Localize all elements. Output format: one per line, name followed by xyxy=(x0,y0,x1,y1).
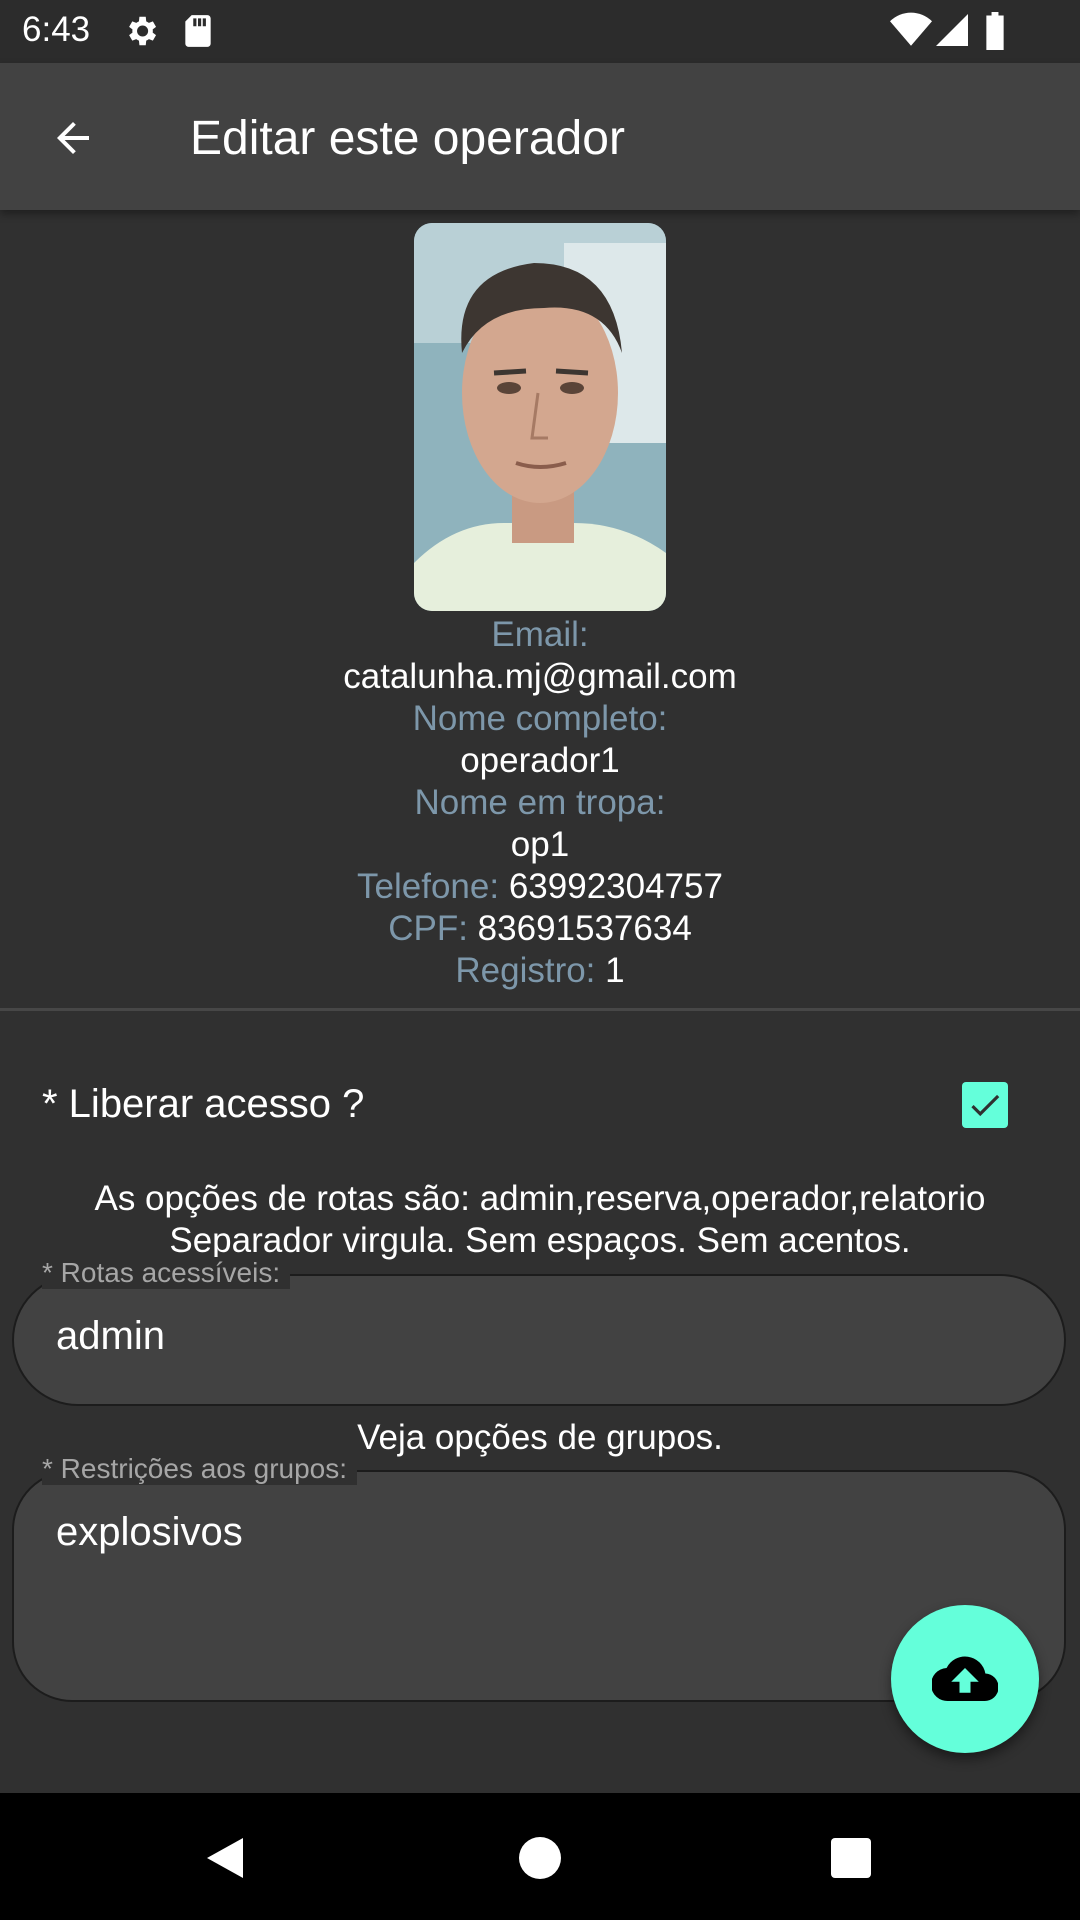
app-bar: Editar este operador xyxy=(0,63,1080,210)
cpf-value: 83691537634 xyxy=(477,909,692,948)
routes-input-label: * Rotas acessíveis: xyxy=(42,1257,291,1289)
check-icon xyxy=(971,1094,1000,1117)
email-value: catalunha.mj@gmail.com xyxy=(343,657,737,696)
access-checkbox[interactable] xyxy=(962,1082,1008,1128)
settings-icon xyxy=(122,12,160,55)
phone-label: Telefone: xyxy=(357,867,500,906)
routes-help-line1: As opções de rotas são: admin,reserva,op… xyxy=(94,1179,986,1218)
arrow-back-icon xyxy=(57,122,89,154)
signal-icon xyxy=(936,12,968,53)
nav-back-button[interactable] xyxy=(180,1813,270,1903)
access-label: * Liberar acesso ? xyxy=(42,1082,365,1126)
wifi-icon xyxy=(890,12,932,53)
full-name-label: Nome completo: xyxy=(412,699,668,738)
battery-icon xyxy=(984,12,1006,55)
recents-square-icon xyxy=(831,1838,871,1878)
upload-fab[interactable] xyxy=(891,1605,1039,1753)
routes-input-value: admin xyxy=(56,1314,165,1358)
registro-label: Registro: xyxy=(455,951,596,990)
cloud-upload-icon xyxy=(932,1656,998,1702)
email-label: Email: xyxy=(491,615,589,654)
nav-home-button[interactable] xyxy=(495,1813,585,1903)
cpf-label: CPF: xyxy=(388,909,468,948)
routes-input[interactable]: admin xyxy=(12,1274,1066,1406)
status-time: 6:43 xyxy=(22,10,91,49)
groups-input-label: * Restrições aos grupos: xyxy=(42,1453,358,1485)
full-name-value: operador1 xyxy=(460,741,620,780)
groups-input-value: explosivos xyxy=(56,1510,243,1554)
troop-name-label: Nome em tropa: xyxy=(414,783,666,822)
sd-card-icon xyxy=(182,12,214,55)
back-triangle-icon xyxy=(207,1838,243,1878)
operator-photo xyxy=(414,223,666,611)
back-button[interactable] xyxy=(30,98,116,178)
troop-name-value: op1 xyxy=(510,825,570,864)
system-nav-bar xyxy=(0,1793,1080,1920)
page-title: Editar este operador xyxy=(190,112,625,165)
nav-recents-button[interactable] xyxy=(806,1813,896,1903)
status-bar: 6:43 xyxy=(0,0,1080,63)
divider xyxy=(0,1008,1080,1011)
registro-row: Registro: 1 xyxy=(0,950,1080,992)
cpf-row: CPF: 83691537634 xyxy=(0,908,1080,950)
home-circle-icon xyxy=(519,1837,561,1879)
registro-value: 1 xyxy=(605,951,625,990)
routes-help-line2: Separador virgula. Sem espaços. Sem acen… xyxy=(169,1221,911,1260)
phone-value: 63992304757 xyxy=(508,867,723,906)
phone-row: Telefone: 63992304757 xyxy=(0,866,1080,908)
